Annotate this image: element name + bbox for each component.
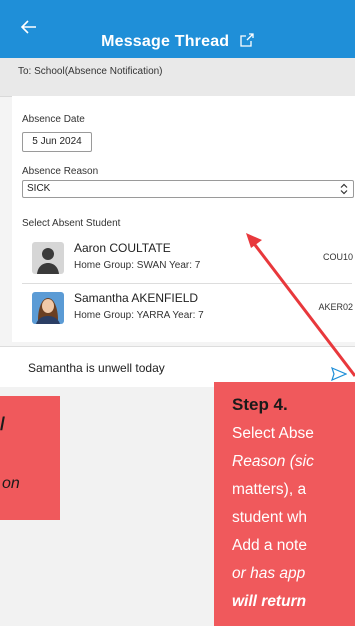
select-chevron-icon xyxy=(340,183,348,195)
callout-line: Select Abse xyxy=(232,425,314,442)
student-name: Aaron COULTATE xyxy=(74,241,171,255)
callout-line: will return xyxy=(232,593,307,610)
avatar-placeholder xyxy=(32,242,64,274)
student-meta: Home Group: SWAN Year: 7 xyxy=(74,260,201,271)
student-name: Samantha AKENFIELD xyxy=(74,291,199,305)
callout-fragment: on xyxy=(2,475,20,492)
absence-reason-label: Absence Reason xyxy=(22,166,99,177)
left-callout-box: / on xyxy=(0,396,60,520)
page-title-text: Message Thread xyxy=(101,33,230,50)
select-student-label: Select Absent Student xyxy=(22,218,121,229)
recipient-text: To: School(Absence Notification) xyxy=(18,66,163,77)
student-photo-icon xyxy=(32,292,64,324)
send-icon[interactable] xyxy=(331,367,347,381)
student-meta: Home Group: YARRA Year: 7 xyxy=(74,310,204,321)
step-title: Step 4. xyxy=(232,395,288,414)
step-callout-box: Step 4. Select Abse Reason (sic matters)… xyxy=(214,382,355,626)
callout-line: Reason (sic xyxy=(232,453,314,470)
divider xyxy=(22,283,352,284)
student-code: AKER02 xyxy=(318,302,353,312)
student-row-aaron[interactable]: Aaron COULTATE Home Group: SWAN Year: 7 … xyxy=(12,236,355,280)
recipient-bar: To: School(Absence Notification) xyxy=(0,58,355,97)
absence-date-field[interactable]: 5 Jun 2024 xyxy=(22,132,92,152)
callout-line: or has app xyxy=(232,565,306,582)
callout-fragment: / xyxy=(0,414,6,434)
callout-line: student wh xyxy=(232,509,307,526)
student-code: COU10 xyxy=(322,252,353,262)
student-row-samantha[interactable]: Samantha AKENFIELD Home Group: YARRA Yea… xyxy=(12,286,355,330)
open-external-icon[interactable] xyxy=(240,33,254,47)
absence-reason-select[interactable]: SICK xyxy=(22,180,354,198)
absence-date-label: Absence Date xyxy=(22,114,85,125)
callout-line: Add a note xyxy=(232,537,307,554)
absence-reason-value: SICK xyxy=(27,183,51,194)
app-header: Message Thread xyxy=(0,0,355,58)
avatar-photo xyxy=(32,292,64,324)
message-text: Samantha is unwell today xyxy=(28,361,165,375)
callout-line: matters), a xyxy=(232,481,307,498)
absence-form: Absence Date 5 Jun 2024 Absence Reason S… xyxy=(12,96,355,342)
person-silhouette-icon xyxy=(32,242,64,274)
page-title: Message Thread xyxy=(0,33,355,51)
